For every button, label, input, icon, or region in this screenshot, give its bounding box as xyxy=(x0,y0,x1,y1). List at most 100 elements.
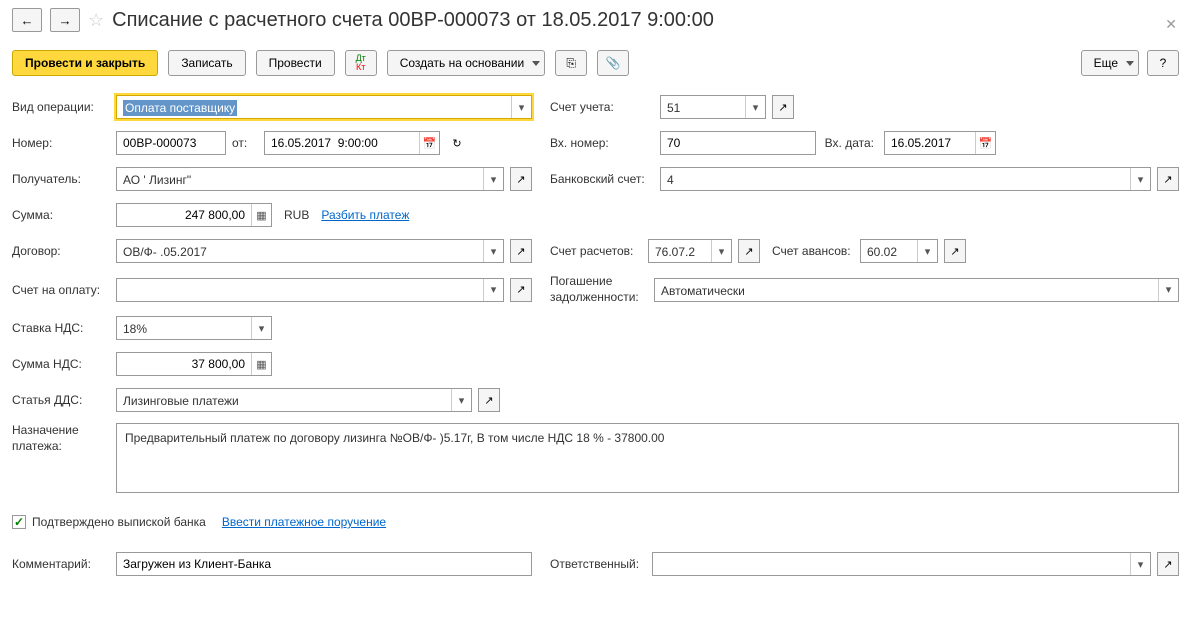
create-based-label: Создать на основании xyxy=(400,56,525,70)
currency-label: RUB xyxy=(278,208,315,222)
dropdown-icon[interactable]: ▾ xyxy=(451,389,471,411)
invoice-label: Счет на оплату: xyxy=(12,283,110,297)
amount-label: Сумма: xyxy=(12,208,110,222)
dtkt-icon: ДтКт xyxy=(356,54,366,72)
open-button[interactable]: ↗ xyxy=(1157,167,1179,191)
recipient-label: Получатель: xyxy=(12,172,110,186)
responsible-value xyxy=(653,553,1130,575)
vat-rate-input[interactable]: 18% ▾ xyxy=(116,316,272,340)
number-label: Номер: xyxy=(12,136,110,150)
inc-date-input[interactable]: 📅 xyxy=(884,131,996,155)
close-icon[interactable]: ✕ xyxy=(1165,16,1177,33)
vat-rate-value: 18% xyxy=(117,317,251,339)
open-button[interactable]: ↗ xyxy=(772,95,794,119)
back-button[interactable]: ← xyxy=(12,8,42,32)
more-button[interactable]: Еще xyxy=(1081,50,1139,76)
amount-value[interactable] xyxy=(117,204,251,226)
comment-input[interactable] xyxy=(116,552,532,576)
debt-value: Автоматически xyxy=(655,279,1158,301)
more-label: Еще xyxy=(1094,56,1118,70)
purpose-input[interactable]: Предварительный платеж по договору лизин… xyxy=(116,423,1179,493)
comment-value[interactable] xyxy=(117,553,531,575)
create-based-button[interactable]: Создать на основании xyxy=(387,50,546,76)
number-input[interactable] xyxy=(116,131,226,155)
post-button[interactable]: Провести xyxy=(256,50,335,76)
dropdown-icon[interactable]: ▾ xyxy=(1158,279,1178,301)
calculator-icon[interactable]: ▦ xyxy=(251,204,271,226)
dropdown-icon[interactable]: ▾ xyxy=(917,240,937,262)
account-input[interactable]: 51 ▾ xyxy=(660,95,766,119)
comment-label: Комментарий: xyxy=(12,557,110,571)
attach-button[interactable]: 📎 xyxy=(597,50,629,76)
bank-account-value: 4 xyxy=(661,168,1130,190)
post-and-close-button[interactable]: Провести и закрыть xyxy=(12,50,158,76)
invoice-value xyxy=(117,279,483,301)
calculator-icon[interactable]: ▦ xyxy=(251,353,271,375)
open-button[interactable]: ↗ xyxy=(510,239,532,263)
enter-payment-link[interactable]: Ввести платежное поручение xyxy=(222,515,386,529)
contract-value: ОВ/Ф- .05.2017 xyxy=(117,240,483,262)
settlement-acc-value: 76.07.2 xyxy=(649,240,711,262)
contract-label: Договор: xyxy=(12,244,110,258)
vat-sum-input[interactable]: ▦ xyxy=(116,352,272,376)
date-input[interactable]: 📅 xyxy=(264,131,440,155)
dds-value: Лизинговые платежи xyxy=(117,389,451,411)
account-value: 51 xyxy=(661,96,745,118)
dropdown-icon[interactable]: ▾ xyxy=(1130,553,1150,575)
calendar-icon[interactable]: 📅 xyxy=(419,132,439,154)
dropdown-icon[interactable]: ▾ xyxy=(711,240,731,262)
bank-account-input[interactable]: 4 ▾ xyxy=(660,167,1151,191)
open-button[interactable]: ↗ xyxy=(510,167,532,191)
invoice-input[interactable]: ▾ xyxy=(116,278,504,302)
dropdown-icon[interactable]: ▾ xyxy=(483,240,503,262)
open-button[interactable]: ↗ xyxy=(510,278,532,302)
operation-type-label: Вид операции: xyxy=(12,100,110,114)
advance-acc-input[interactable]: 60.02 ▾ xyxy=(860,239,938,263)
dropdown-icon[interactable]: ▾ xyxy=(483,168,503,190)
help-button[interactable]: ? xyxy=(1147,50,1179,76)
calendar-icon[interactable]: 📅 xyxy=(975,132,995,154)
debt-label: Погашение задолженности: xyxy=(550,274,648,305)
split-payment-link[interactable]: Разбить платеж xyxy=(321,208,409,222)
vat-rate-label: Ставка НДС: xyxy=(12,321,110,335)
forward-button[interactable]: → xyxy=(50,8,80,32)
amount-input[interactable]: ▦ xyxy=(116,203,272,227)
open-button[interactable]: ↗ xyxy=(478,388,500,412)
responsible-label: Ответственный: xyxy=(550,557,646,571)
confirmed-checkbox[interactable]: ✓ xyxy=(12,515,26,529)
save-button[interactable]: Записать xyxy=(168,50,245,76)
dropdown-icon[interactable]: ▾ xyxy=(483,279,503,301)
dropdown-icon[interactable]: ▾ xyxy=(511,96,531,118)
inc-date-value[interactable] xyxy=(885,132,975,154)
recipient-input[interactable]: АО ' Лизинг" ▾ xyxy=(116,167,504,191)
number-value[interactable] xyxy=(117,132,225,154)
settlement-acc-label: Счет расчетов: xyxy=(550,244,642,258)
dropdown-icon[interactable]: ▾ xyxy=(1130,168,1150,190)
inc-number-value[interactable] xyxy=(661,132,815,154)
vat-sum-value[interactable] xyxy=(117,353,251,375)
contract-input[interactable]: ОВ/Ф- .05.2017 ▾ xyxy=(116,239,504,263)
inc-number-input[interactable] xyxy=(660,131,816,155)
advance-acc-value: 60.02 xyxy=(861,240,917,262)
date-value[interactable] xyxy=(265,132,419,154)
dropdown-icon[interactable]: ▾ xyxy=(745,96,765,118)
open-button[interactable]: ↗ xyxy=(738,239,760,263)
refresh-button[interactable]: ↻ xyxy=(446,131,468,155)
purpose-label: Назначение платежа: xyxy=(12,423,110,454)
open-button[interactable]: ↗ xyxy=(944,239,966,263)
operation-type-input[interactable]: Оплата поставщику ▾ xyxy=(116,95,532,119)
open-button[interactable]: ↗ xyxy=(1157,552,1179,576)
settlement-acc-input[interactable]: 76.07.2 ▾ xyxy=(648,239,732,263)
debt-input[interactable]: Автоматически ▾ xyxy=(654,278,1179,302)
dropdown-icon[interactable]: ▾ xyxy=(251,317,271,339)
dtkt-button[interactable]: ДтКт xyxy=(345,50,377,76)
page-title: Списание с расчетного счета 00ВР-000073 … xyxy=(112,9,1179,32)
inc-number-label: Вх. номер: xyxy=(550,136,654,150)
operation-type-value: Оплата поставщику xyxy=(123,100,237,116)
bank-account-label: Банковский счет: xyxy=(550,172,654,186)
favorite-icon[interactable]: ☆ xyxy=(88,10,104,31)
dds-input[interactable]: Лизинговые платежи ▾ xyxy=(116,388,472,412)
inc-date-label: Вх. дата: xyxy=(822,136,878,150)
responsible-input[interactable]: ▾ xyxy=(652,552,1151,576)
structure-button[interactable]: ⎘ xyxy=(555,50,587,76)
